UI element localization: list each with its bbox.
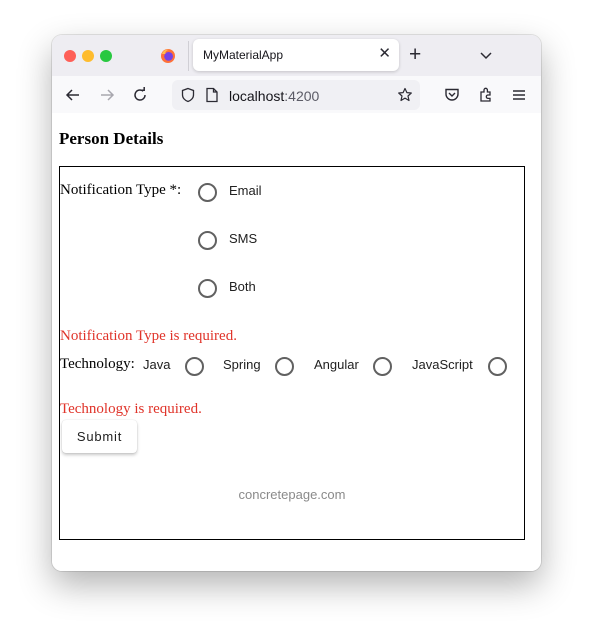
person-form: Notification Type *: Email SMS Both Noti… (59, 166, 525, 540)
address-bar[interactable]: localhost:4200 (172, 80, 420, 110)
radio-sms[interactable] (198, 231, 217, 250)
tab-separator (188, 41, 189, 71)
minimize-window-button[interactable] (82, 50, 94, 62)
new-tab-icon[interactable]: + (409, 42, 421, 68)
url-text[interactable]: localhost:4200 (229, 88, 319, 104)
nav-toolbar: localhost:4200 (52, 76, 541, 114)
checkbox-java-label[interactable]: Java (143, 357, 170, 372)
notification-type-label: Notification Type *: (60, 182, 182, 198)
footer-text: concretepage.com (238, 487, 346, 502)
tab-title: MyMaterialApp (203, 48, 284, 62)
technology-label: Technology: (60, 356, 135, 372)
radio-both[interactable] (198, 279, 217, 298)
close-window-button[interactable] (64, 50, 76, 62)
reload-icon[interactable] (131, 86, 149, 104)
bookmark-star-icon[interactable] (397, 87, 413, 103)
pocket-icon[interactable] (443, 86, 461, 104)
page-content: Person Details Notification Type *: Emai… (52, 113, 541, 571)
active-tab[interactable]: MyMaterialApp ✕ (193, 39, 399, 71)
notification-type-error: Notification Type is required. (60, 328, 237, 344)
radio-spring-label[interactable]: Spring (223, 357, 261, 372)
technology-error: Technology is required. (60, 401, 202, 417)
radio-javascript-label[interactable]: JavaScript (412, 357, 473, 372)
extensions-icon[interactable] (477, 86, 495, 104)
submit-button[interactable]: Submit (62, 420, 137, 453)
page-icon[interactable] (205, 87, 219, 103)
forward-arrow-icon[interactable] (98, 86, 116, 104)
menu-icon[interactable] (510, 86, 528, 104)
url-port: :4200 (284, 88, 320, 104)
page-title: Person Details (59, 129, 164, 148)
radio-sms-label[interactable]: SMS (229, 231, 257, 246)
tab-bar: MyMaterialApp ✕ + (52, 35, 541, 76)
radio-email-label[interactable]: Email (229, 183, 262, 198)
browser-window: MyMaterialApp ✕ + localhost:4200 Person … (52, 35, 541, 571)
radio-spring[interactable] (275, 357, 294, 376)
chevron-down-icon[interactable] (478, 47, 494, 63)
url-host: localhost (229, 88, 285, 104)
firefox-icon[interactable] (160, 48, 176, 64)
back-arrow-icon[interactable] (64, 86, 82, 104)
tab-close-icon[interactable]: ✕ (378, 45, 391, 63)
zoom-window-button[interactable] (100, 50, 112, 62)
radio-both-label[interactable]: Both (229, 279, 256, 294)
shield-icon[interactable] (180, 87, 196, 103)
radio-java[interactable] (185, 357, 204, 376)
radio-angular-label[interactable]: Angular (314, 357, 359, 372)
radio-javascript[interactable] (488, 357, 507, 376)
radio-angular[interactable] (373, 357, 392, 376)
radio-email[interactable] (198, 183, 217, 202)
